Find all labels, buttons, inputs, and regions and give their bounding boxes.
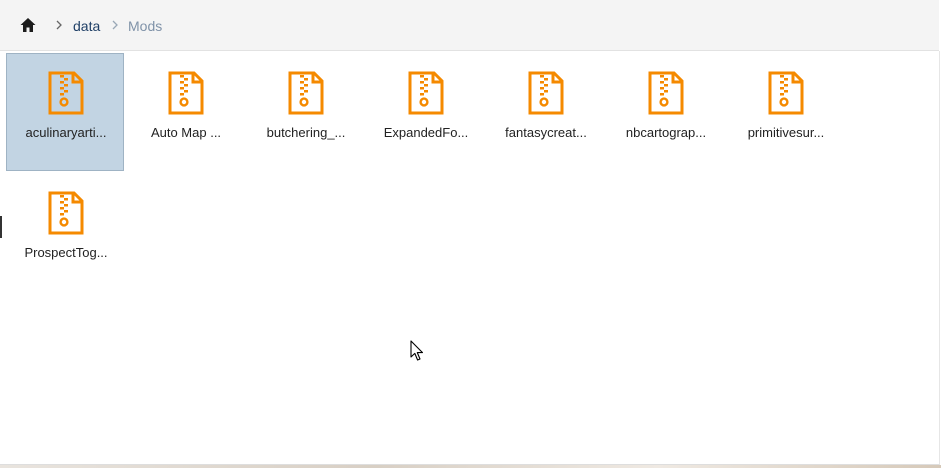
- zip-file-icon: [48, 191, 84, 235]
- file-name: aculinaryarti...: [25, 125, 107, 140]
- file-grid: aculinaryarti... Auto Map ... butchering…: [0, 51, 940, 465]
- zip-file-icon: [168, 71, 204, 115]
- breadcrumb-item-data[interactable]: data: [73, 17, 100, 35]
- resize-handle[interactable]: [0, 216, 2, 238]
- file-item[interactable]: Auto Map ...: [126, 53, 244, 171]
- file-item[interactable]: nbcartograp...: [606, 53, 724, 171]
- file-name: ProspectTog...: [24, 245, 108, 260]
- file-item[interactable]: ProspectTog...: [6, 173, 124, 291]
- file-item[interactable]: aculinaryarti...: [6, 53, 124, 171]
- file-name: primitivesur...: [747, 125, 825, 140]
- file-item[interactable]: butchering_...: [246, 53, 364, 171]
- file-name: fantasycreat...: [505, 125, 587, 140]
- file-item[interactable]: fantasycreat...: [486, 53, 604, 171]
- zip-file-icon: [648, 71, 684, 115]
- breadcrumb: data Mods: [0, 0, 939, 51]
- file-item[interactable]: ExpandedFo...: [366, 53, 484, 171]
- zip-file-icon: [408, 71, 444, 115]
- file-item[interactable]: primitivesur...: [726, 53, 844, 171]
- zip-file-icon: [768, 71, 804, 115]
- file-name: Auto Map ...: [150, 125, 222, 140]
- zip-file-icon: [528, 71, 564, 115]
- file-name: butchering_...: [266, 125, 346, 140]
- file-name: ExpandedFo...: [383, 125, 469, 140]
- file-name: nbcartograp...: [625, 125, 707, 140]
- mouse-pointer-icon: [410, 340, 424, 361]
- home-icon[interactable]: [18, 15, 38, 35]
- chevron-right-icon: [56, 20, 62, 30]
- chevron-right-icon: [112, 20, 118, 30]
- breadcrumb-item-mods: Mods: [128, 18, 163, 34]
- zip-file-icon: [288, 71, 324, 115]
- zip-file-icon: [48, 71, 84, 115]
